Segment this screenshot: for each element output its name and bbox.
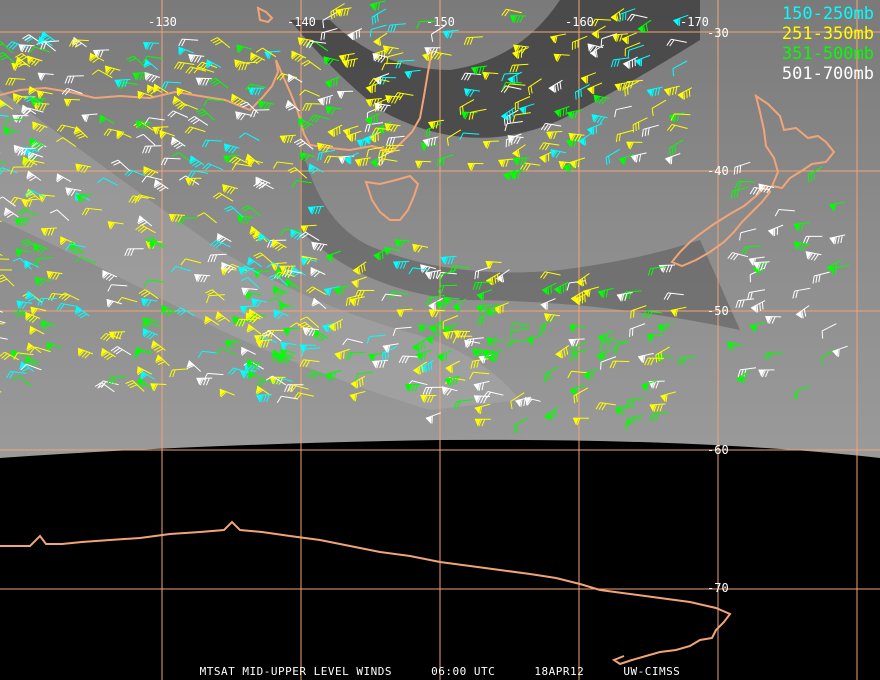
lon-label-130: -130 bbox=[148, 15, 177, 29]
barb-shaft bbox=[482, 140, 499, 143]
barb-shaft bbox=[67, 75, 84, 77]
map-canvas: -130 -140 -150 -160 -170 -30 -40 -50 -60… bbox=[0, 0, 880, 680]
barb-shaft bbox=[0, 258, 10, 260]
lat-label-50: -50 bbox=[707, 304, 729, 318]
lon-label-160: -160 bbox=[565, 15, 594, 29]
product-footer: MTSAT MID-UPPER LEVEL WINDS 06:00 UTC 18… bbox=[0, 665, 880, 678]
barb-shaft bbox=[393, 260, 410, 263]
pressure-legend: 150-250mb 251-350mb 351-500mb 501-700mb bbox=[782, 4, 874, 84]
barb-shaft bbox=[440, 284, 458, 287]
barb-shaft bbox=[0, 161, 7, 163]
lat-label-70: -70 bbox=[707, 581, 729, 595]
barb-shaft bbox=[93, 49, 110, 51]
lon-label-140: -140 bbox=[287, 15, 316, 29]
lat-label-60: -60 bbox=[707, 443, 729, 457]
lon-label-150: -150 bbox=[426, 15, 455, 29]
lat-label-40: -40 bbox=[707, 164, 729, 178]
footer-date: 18APR12 bbox=[534, 665, 585, 678]
coastline-antarctica bbox=[0, 520, 732, 666]
barb-shaft bbox=[108, 331, 126, 333]
lat-label-30: -30 bbox=[707, 26, 729, 40]
legend-item-251-350: 251-350mb bbox=[781, 24, 874, 44]
footer-product: MTSAT MID-UPPER LEVEL WINDS bbox=[199, 665, 392, 678]
barb-shaft bbox=[568, 338, 585, 341]
footer-time: 06:00 UTC bbox=[431, 665, 496, 678]
satellite-wind-map: -130 -140 -150 -160 -170 -30 -40 -50 -60… bbox=[0, 0, 880, 680]
legend-item-351-500: 351-500mb bbox=[781, 44, 874, 64]
legend-item-501-700: 501-700mb bbox=[781, 64, 874, 84]
footer-source: UW-CIMSS bbox=[623, 665, 681, 678]
barb-shaft bbox=[239, 305, 256, 308]
barb-shaft bbox=[145, 145, 162, 147]
legend-item-150-250: 150-250mb bbox=[781, 4, 874, 24]
barb-shaft bbox=[475, 281, 492, 284]
